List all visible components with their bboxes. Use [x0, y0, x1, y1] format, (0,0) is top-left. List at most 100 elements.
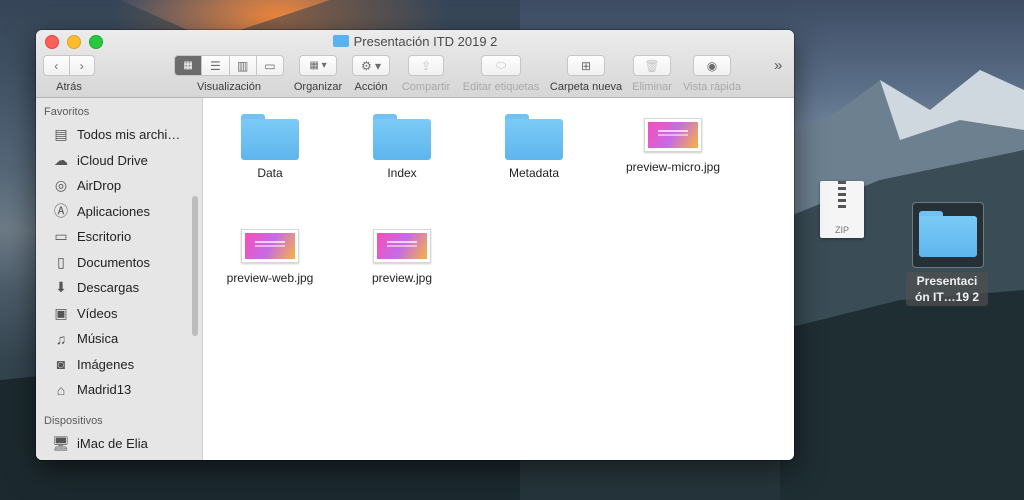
file-name: Index: [387, 166, 417, 180]
new-folder-icon: ⊞: [580, 58, 592, 73]
sidebar-item-label: AirDrop: [77, 178, 122, 194]
sidebar-item-imac[interactable]: 🖥 iMac de Elia: [36, 431, 202, 457]
movies-icon: ▣: [54, 304, 68, 321]
sidebar-item-documents[interactable]: ▯ Documentos: [36, 250, 202, 276]
view-mode-control: ▦ ☰ ▥ ▭: [174, 55, 284, 76]
arrange-label: Organizar: [293, 81, 343, 93]
pictures-icon: ◙: [56, 356, 66, 373]
sidebar-item-label: Documentos: [77, 254, 150, 270]
file-name: preview.jpg: [371, 271, 433, 285]
sidebar-item-home[interactable]: ⌂ Madrid13: [36, 377, 202, 403]
desktop-folder[interactable]: [912, 202, 984, 268]
back-button[interactable]: ‹: [44, 56, 70, 75]
file-name: Data: [257, 166, 283, 180]
zip-badge: ZIP: [834, 225, 849, 235]
file-item[interactable]: preview-web.jpg: [205, 225, 335, 285]
file-name: preview-web.jpg: [226, 271, 314, 285]
airdrop-icon: ◎: [54, 177, 68, 194]
toolbar-overflow-button[interactable]: »: [774, 57, 782, 74]
edit-tags-label: Editar etiquetas: [462, 81, 540, 93]
sidebar-item-all-files[interactable]: ▤ Todos mis archi…: [36, 122, 202, 148]
share-icon: ⇪: [420, 58, 432, 73]
zip-archive-icon[interactable]: ZIP: [820, 181, 864, 238]
desktop-folder-label[interactable]: Presentaci ón IT…19 2: [906, 272, 988, 306]
image-thumbnail: [241, 229, 299, 263]
window-title-text: Presentación ITD 2019 2: [353, 34, 498, 49]
view-label: Visualización: [196, 81, 261, 93]
sidebar-item-icloud[interactable]: ☁ iCloud Drive: [36, 148, 202, 174]
coverflow-icon: ▭: [264, 58, 276, 73]
back-forward-control: ‹ ›: [43, 55, 95, 76]
delete-label: Eliminar: [632, 81, 672, 93]
sidebar-item-downloads[interactable]: ⬇ Descargas: [36, 275, 202, 301]
forward-button[interactable]: ›: [70, 56, 95, 75]
file-item[interactable]: preview-micro.jpg: [608, 114, 738, 174]
favorites-header: Favoritos: [44, 106, 90, 118]
file-item[interactable]: Index: [337, 114, 467, 180]
documents-icon: ▯: [57, 253, 65, 270]
share-button[interactable]: ⇪: [408, 55, 444, 76]
folder-icon: [373, 114, 431, 160]
image-thumbnail: [373, 229, 431, 263]
arrange-button[interactable]: ▦ ▾: [299, 55, 337, 76]
file-name: Metadata: [508, 166, 560, 180]
zipper-icon: [838, 181, 846, 211]
columns-icon: ▥: [236, 58, 249, 73]
tag-icon: ⬭: [495, 58, 507, 72]
sidebar-item-label: Música: [77, 331, 119, 347]
image-thumbnail: [644, 118, 702, 152]
grid-icon: ▦: [183, 60, 193, 71]
titlebar: Presentación ITD 2019 2 ‹ › Atrás ▦ ☰ ▥ …: [36, 30, 794, 98]
folder-icon: [241, 114, 299, 160]
imac-icon: 🖥: [52, 434, 70, 451]
sidebar-item-label: Aplicaciones: [77, 203, 150, 219]
folder-icon: [505, 114, 563, 160]
icon-view-button[interactable]: ▦: [175, 56, 202, 75]
edit-tags-button[interactable]: ⬭: [481, 55, 521, 76]
file-item[interactable]: Metadata: [469, 114, 599, 180]
applications-icon: Ⓐ: [54, 203, 68, 220]
column-view-button[interactable]: ▥: [228, 56, 256, 75]
chevron-left-icon: ‹: [54, 58, 59, 73]
file-name: preview-micro.jpg: [625, 160, 721, 174]
sidebar-item-movies[interactable]: ▣ Vídeos: [36, 301, 202, 327]
eye-icon: ◉: [706, 58, 718, 73]
chevron-right-icon: ›: [79, 58, 84, 73]
sidebar-scrollbar[interactable]: [192, 196, 198, 336]
file-item[interactable]: preview.jpg: [337, 225, 467, 285]
sidebar-item-label: Vídeos: [77, 305, 118, 321]
sidebar-item-music[interactable]: ♫ Música: [36, 326, 202, 352]
arrange-icon: ▦ ▾: [309, 60, 327, 71]
new-folder-button[interactable]: ⊞: [567, 55, 605, 76]
folder-icon: [332, 35, 349, 47]
file-item[interactable]: Data: [205, 114, 335, 180]
quick-look-button[interactable]: ◉: [693, 55, 731, 76]
sidebar-item-applications[interactable]: Ⓐ Aplicaciones: [36, 199, 202, 225]
desktop-icon: ▭: [54, 228, 68, 245]
all-files-icon: ▤: [54, 126, 68, 143]
sidebar-item-pictures[interactable]: ◙ Imágenes: [36, 352, 202, 378]
sidebar-item-label: Escritorio: [77, 229, 132, 245]
sidebar-item-label: Imágenes: [77, 356, 135, 372]
cloud-icon: ☁: [54, 151, 68, 168]
sidebar-item-label: iCloud Drive: [77, 152, 148, 168]
folder-icon: [919, 211, 977, 257]
action-button[interactable]: ⚙ ▾: [352, 55, 390, 76]
list-view-button[interactable]: ☰: [201, 56, 228, 75]
sidebar-item-airdrop[interactable]: ◎ AirDrop: [36, 173, 202, 199]
sidebar-item-desktop[interactable]: ▭ Escritorio: [36, 224, 202, 250]
downloads-icon: ⬇: [55, 279, 67, 296]
share-label: Compartir: [401, 81, 451, 93]
desktop-folder-label-line1: Presentaci: [916, 274, 978, 288]
devices-header: Dispositivos: [44, 414, 103, 427]
music-icon: ♫: [55, 330, 67, 347]
list-icon: ☰: [209, 58, 221, 73]
delete-button[interactable]: 🗑: [633, 55, 671, 76]
sidebar-item-label: Madrid13: [77, 382, 132, 398]
sidebar-item-label: Descargas: [77, 280, 140, 296]
trash-icon: 🗑: [644, 58, 660, 73]
coverflow-view-button[interactable]: ▭: [255, 56, 283, 75]
sidebar-item-label: Todos mis archi…: [77, 127, 181, 143]
action-label: Acción: [354, 81, 388, 93]
window-title: Presentación ITD 2019 2: [36, 34, 794, 49]
